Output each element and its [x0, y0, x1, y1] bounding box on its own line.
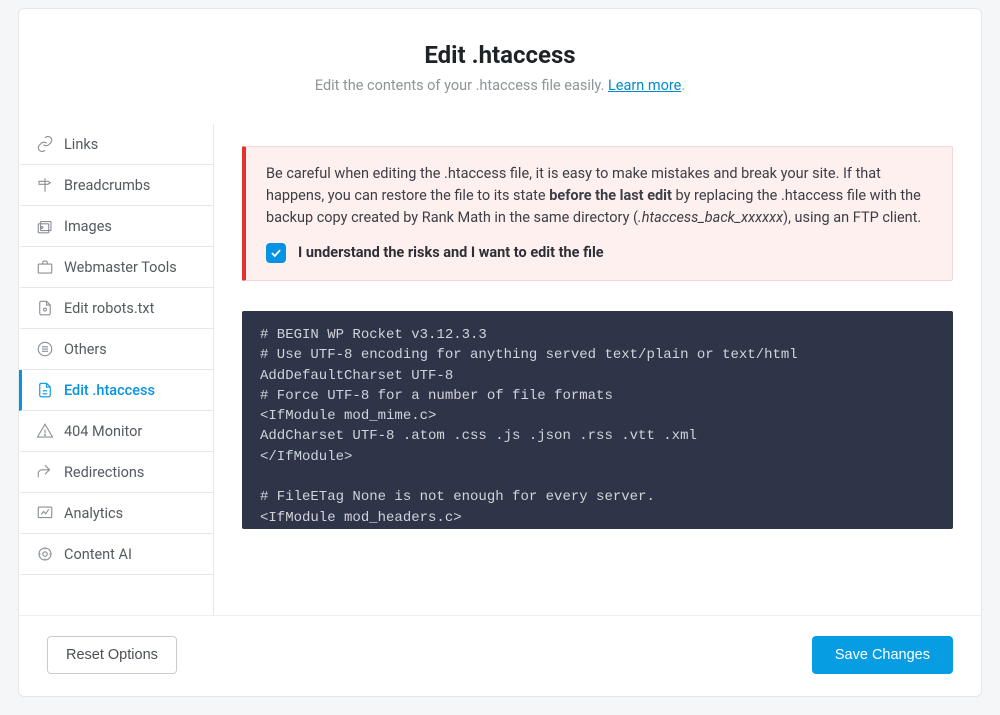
- htaccess-editor[interactable]: [242, 311, 953, 529]
- page-subtitle: Edit the contents of your .htaccess file…: [39, 77, 961, 94]
- sidebar-item-label: Edit robots.txt: [64, 300, 154, 317]
- sidebar-item-webmaster-tools[interactable]: Webmaster Tools: [19, 247, 213, 288]
- list-icon: [36, 340, 54, 358]
- page-title: Edit .htaccess: [39, 41, 961, 69]
- file-edit-icon: [36, 381, 54, 399]
- main-content: Be careful when editing the .htaccess fi…: [214, 124, 981, 615]
- sidebar-item-edit-robots[interactable]: Edit robots.txt: [19, 288, 213, 329]
- sidebar-item-analytics[interactable]: Analytics: [19, 493, 213, 534]
- chart-icon: [36, 504, 54, 522]
- sidebar-item-label: Webmaster Tools: [64, 259, 177, 276]
- images-icon: [36, 217, 54, 235]
- understand-risks-label: I understand the risks and I want to edi…: [298, 242, 604, 264]
- warning-text: Be careful when editing the .htaccess fi…: [266, 163, 932, 228]
- sidebar-item-label: Analytics: [64, 505, 123, 522]
- learn-more-link[interactable]: Learn more: [608, 77, 681, 94]
- sidebar-item-breadcrumbs[interactable]: Breadcrumbs: [19, 165, 213, 206]
- reset-options-button[interactable]: Reset Options: [47, 636, 177, 674]
- sidebar-item-images[interactable]: Images: [19, 206, 213, 247]
- ai-icon: [36, 545, 54, 563]
- sidebar-item-links[interactable]: Links: [19, 124, 213, 165]
- file-code-icon: [36, 299, 54, 317]
- sidebar-item-edit-htaccess[interactable]: Edit .htaccess: [19, 370, 213, 411]
- link-icon: [36, 135, 54, 153]
- footer-actions: Reset Options Save Changes: [19, 615, 981, 696]
- page-header: Edit .htaccess Edit the contents of your…: [19, 9, 981, 124]
- sidebar-item-redirections[interactable]: Redirections: [19, 452, 213, 493]
- sidebar-item-label: Others: [64, 341, 107, 358]
- check-icon: [269, 246, 283, 260]
- sidebar-item-label: Images: [64, 218, 112, 235]
- understand-risks-checkbox[interactable]: [266, 243, 286, 263]
- sidebar-item-label: Content AI: [64, 546, 132, 563]
- sidebar-item-label: Edit .htaccess: [64, 382, 155, 399]
- sidebar-item-label: Redirections: [64, 464, 144, 481]
- sidebar-item-label: Breadcrumbs: [64, 177, 150, 194]
- signpost-icon: [36, 176, 54, 194]
- sidebar-item-content-ai[interactable]: Content AI: [19, 534, 213, 575]
- sidebar: Links Breadcrumbs Images Webmaster Tools…: [19, 124, 214, 615]
- briefcase-icon: [36, 258, 54, 276]
- warning-box: Be careful when editing the .htaccess fi…: [242, 146, 953, 281]
- sidebar-item-label: 404 Monitor: [64, 423, 142, 440]
- redirect-icon: [36, 463, 54, 481]
- save-changes-button[interactable]: Save Changes: [812, 636, 953, 674]
- alert-icon: [36, 422, 54, 440]
- sidebar-item-label: Links: [64, 136, 98, 153]
- sidebar-item-others[interactable]: Others: [19, 329, 213, 370]
- sidebar-item-404-monitor[interactable]: 404 Monitor: [19, 411, 213, 452]
